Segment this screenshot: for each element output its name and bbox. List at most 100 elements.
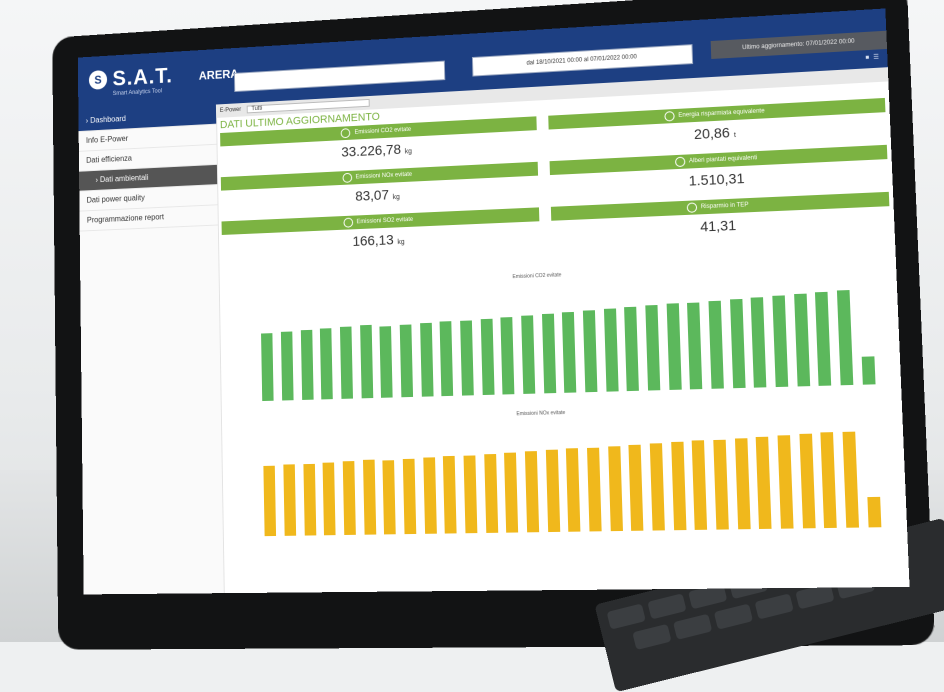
chart-bar[interactable]: [867, 497, 881, 528]
key: [607, 603, 646, 629]
kpi-value: 166,13: [352, 231, 394, 248]
chart-bar[interactable]: [501, 317, 515, 395]
main-content: E-Power Tutti DATI ULTIMO AGGIORNAMENTO …: [216, 67, 910, 593]
chart-bar[interactable]: [521, 315, 535, 394]
sidebar: › Dashboard Info E-Power Dati efficienza…: [78, 104, 224, 594]
chart-bar[interactable]: [587, 447, 602, 531]
sidebar-item-label: Dati ambientali: [100, 173, 149, 184]
chart-bar[interactable]: [687, 302, 702, 389]
chart-bar[interactable]: [566, 448, 581, 531]
chart-bar[interactable]: [300, 330, 313, 400]
chart-bar[interactable]: [604, 309, 619, 392]
partner-logo: ARERA: [199, 67, 239, 83]
chart-bar[interactable]: [772, 295, 788, 387]
chart-bar[interactable]: [480, 318, 494, 395]
sidebar-item-label: Dati power quality: [87, 193, 145, 204]
chart-bar[interactable]: [303, 463, 316, 535]
chart-bar[interactable]: [821, 432, 837, 528]
nox-chart: Emissioni NOx evitate: [221, 401, 907, 546]
chart-bar[interactable]: [383, 460, 396, 534]
chart-bar[interactable]: [778, 435, 794, 528]
chart-bar[interactable]: [735, 438, 751, 529]
key: [632, 624, 671, 650]
chart-bar[interactable]: [799, 434, 815, 529]
chart-bar[interactable]: [837, 290, 853, 385]
kpi-title: Emissioni SO2 evitate: [357, 217, 414, 225]
sidebar-item-label: Dashboard: [90, 114, 126, 124]
kpi-value: 41,31: [700, 217, 736, 235]
chart-bar[interactable]: [504, 452, 518, 532]
chart-bar[interactable]: [323, 462, 336, 535]
co2-icon: [341, 128, 351, 138]
chart-bar[interactable]: [363, 460, 376, 535]
kpi-title: Risparmio in TEP: [701, 202, 749, 210]
chart-bar[interactable]: [423, 458, 437, 534]
kpi-value: 33.226,78: [341, 141, 401, 160]
chart-bar[interactable]: [283, 465, 296, 536]
search-field[interactable]: [234, 61, 445, 92]
chart-bars: [259, 423, 886, 537]
chart-bar[interactable]: [542, 314, 556, 394]
chart-bar[interactable]: [815, 292, 831, 386]
chevron-right-icon: ›: [86, 116, 89, 125]
chart-bar[interactable]: [403, 459, 416, 534]
kpi-unit: kg: [397, 239, 404, 246]
chart-bar[interactable]: [443, 456, 457, 533]
kpi-title: Energia risparmiata equivalente: [678, 108, 764, 119]
chart-bar[interactable]: [583, 310, 598, 392]
chart-bar[interactable]: [343, 461, 356, 535]
chart-bar[interactable]: [650, 443, 665, 530]
kpi-value: 83,07: [355, 187, 389, 204]
chart-bar[interactable]: [562, 312, 576, 393]
user-icon[interactable]: ■: [865, 55, 869, 61]
sidebar-item-label: Programmazione report: [87, 213, 164, 225]
kpi-value: 1.510,31: [688, 170, 744, 189]
key: [714, 604, 753, 630]
chart-bar[interactable]: [624, 307, 639, 391]
kpi-title: Emissioni NOx evitate: [356, 172, 413, 181]
chevron-right-icon: ›: [95, 176, 98, 185]
sidebar-item-label: Info E-Power: [86, 134, 128, 145]
chart-bar[interactable]: [842, 431, 859, 528]
sidebar-item-label: Dati efficienza: [86, 154, 132, 165]
date-range-field[interactable]: dal 18/10/2021 00:00 al 07/01/2022 00:00: [472, 44, 693, 76]
chart-bar[interactable]: [713, 439, 729, 529]
chart-bar[interactable]: [645, 305, 660, 390]
chart-bar[interactable]: [340, 327, 353, 399]
chart-bar[interactable]: [281, 331, 294, 400]
chart-bar[interactable]: [525, 451, 539, 532]
key: [673, 614, 712, 640]
chart-bar[interactable]: [861, 356, 875, 385]
kpi-unit: kg: [405, 148, 412, 155]
key: [647, 593, 686, 619]
chart-bars: [257, 281, 880, 401]
so2-icon: [343, 218, 353, 228]
chart-bar[interactable]: [730, 299, 746, 389]
chart-bar[interactable]: [794, 294, 810, 387]
chart-bar[interactable]: [756, 437, 772, 529]
chart-bar[interactable]: [692, 441, 707, 530]
chart-bar[interactable]: [320, 328, 333, 399]
chart-bar[interactable]: [360, 325, 373, 398]
chart-bar[interactable]: [484, 454, 498, 533]
chart-bar[interactable]: [420, 323, 433, 397]
chart-bar[interactable]: [608, 446, 623, 531]
chart-bar[interactable]: [400, 325, 413, 397]
chart-bar[interactable]: [666, 304, 681, 390]
chart-bar[interactable]: [546, 450, 560, 532]
chart-bar[interactable]: [460, 320, 474, 396]
kpi-unit: kg: [393, 194, 400, 201]
chart-bar[interactable]: [751, 297, 767, 388]
chart-bar[interactable]: [261, 333, 274, 401]
chart-bar[interactable]: [380, 326, 393, 397]
chart-bar[interactable]: [464, 455, 478, 533]
chart-bar[interactable]: [708, 300, 723, 388]
kpi-value: 20,86: [694, 124, 730, 142]
chart-bar[interactable]: [671, 442, 686, 530]
chart-bar[interactable]: [264, 466, 277, 536]
chart-bar[interactable]: [440, 322, 454, 397]
epower-select[interactable]: Tutti: [247, 99, 370, 113]
menu-icon[interactable]: ☰: [873, 53, 879, 60]
kpi-title: Alberi piantati equivalenti: [689, 155, 757, 164]
chart-bar[interactable]: [629, 445, 644, 531]
